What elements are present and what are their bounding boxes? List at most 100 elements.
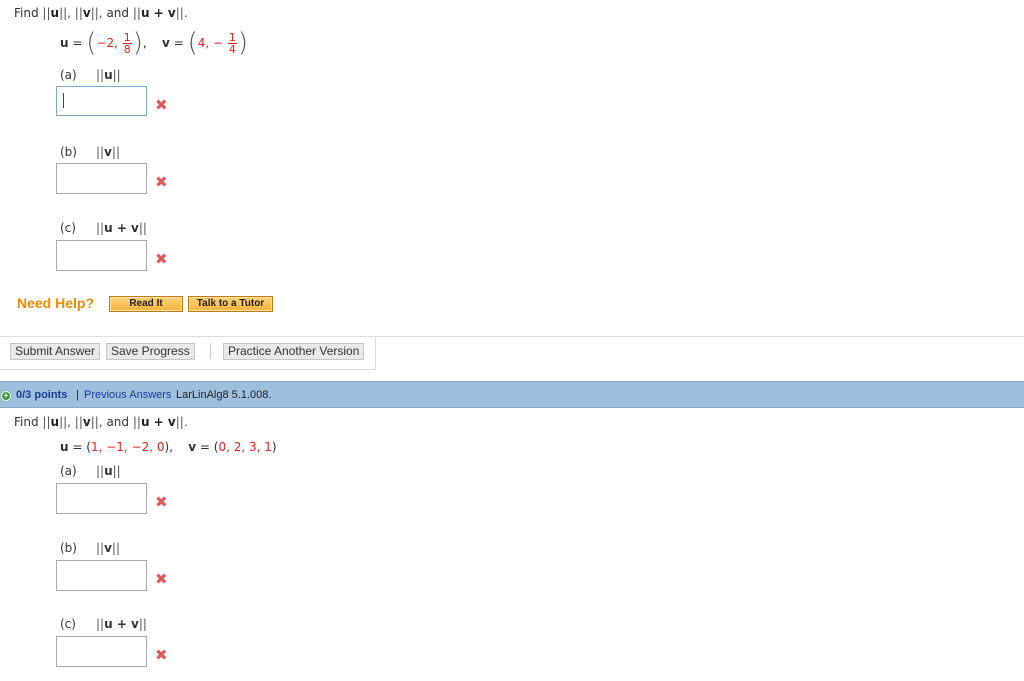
norm-bar: || (96, 541, 105, 555)
q1-answer-c-input[interactable] (56, 240, 147, 271)
button-separator (210, 343, 211, 359)
norm-bar: || (132, 415, 141, 429)
part-expression: v (104, 145, 112, 159)
norm-bar: || (96, 464, 105, 478)
submit-answer-button[interactable]: Submit Answer (10, 343, 101, 360)
q2-part-b-label: (b) ||v|| (60, 541, 120, 555)
need-help-label: Need Help? (17, 295, 95, 311)
incorrect-x-icon: ✖ (155, 96, 168, 114)
q2-part-c-label: (c) ||u + v|| (60, 617, 147, 631)
question2-header-bar: + 0/3 points | Previous Answers LarLinAl… (0, 381, 1024, 408)
norm-bar: || (74, 415, 83, 429)
open-paren: ( (86, 27, 97, 58)
incorrect-x-icon: ✖ (155, 173, 168, 191)
var-v: v (82, 6, 91, 20)
part-expression: v (104, 541, 112, 555)
q2-part-a-label: (a) ||u|| (60, 464, 121, 478)
norm-bar: || (132, 6, 141, 20)
prompt-find: Find (14, 6, 39, 20)
close-paren: ) (132, 27, 143, 58)
fraction-denominator: 8 (123, 43, 131, 56)
vector-u-label: u (60, 36, 69, 50)
norm-bar: || (74, 6, 83, 20)
part-expression: u + v (104, 221, 139, 235)
q2-answer-c-input[interactable] (56, 636, 147, 667)
prompt-find: Find (14, 415, 39, 429)
question1-prompt: Find ||u||, ||v||, and ||u + v||. (14, 6, 188, 20)
question2-prompt: Find ||u||, ||v||, and ||u + v||. (14, 415, 188, 429)
vector-u-label: u (60, 440, 69, 454)
read-it-button[interactable]: Read It (109, 296, 183, 312)
q1-part-a-label: (a) ||u|| (60, 68, 121, 82)
norm-bar: || (96, 68, 105, 82)
question-source: LarLinAlg8 5.1.008. (176, 389, 272, 401)
norm-bar: || (111, 541, 121, 555)
part-expression: u (104, 68, 113, 82)
norm-bar: || (138, 617, 147, 631)
v-component-2-fraction: 14 (227, 32, 237, 56)
previous-answers-link[interactable]: Previous Answers (84, 389, 171, 401)
v-components: 0, 2, 3, 1 (218, 440, 272, 454)
part-tag: (a) (60, 68, 77, 82)
u-component-1: −2, (96, 36, 118, 50)
q1-answer-a-input[interactable] (56, 86, 147, 116)
q1-part-b-label: (b) ||v|| (60, 145, 120, 159)
norm-bar: || (112, 464, 121, 478)
open-paren: ( (187, 27, 198, 58)
vector-v-label: v (162, 36, 170, 50)
norm-bar: || (138, 221, 147, 235)
part-expression: u + v (104, 617, 139, 631)
equals-sign: = (173, 36, 184, 50)
var-u: u (50, 6, 60, 20)
norm-bar: || (42, 415, 51, 429)
save-progress-button[interactable]: Save Progress (106, 343, 195, 360)
norm-bar: ||, (90, 6, 103, 20)
norm-bar: || (111, 145, 121, 159)
equals-open-paren: = ( (199, 440, 219, 454)
v-component-1: 4, − (197, 36, 224, 50)
norm-bar: ||, (90, 415, 103, 429)
norm-bar: ||. (175, 6, 188, 20)
practice-another-version-button[interactable]: Practice Another Version (223, 343, 365, 360)
var-u: u (50, 415, 60, 429)
panel-top-border (375, 336, 1024, 337)
incorrect-x-icon: ✖ (155, 646, 168, 664)
part-tag: (c) (60, 617, 76, 631)
incorrect-x-icon: ✖ (155, 250, 168, 268)
var-u-plus-v: u + v (140, 415, 176, 429)
expand-plus-icon[interactable]: + (1, 391, 11, 401)
prompt-and: and (106, 415, 130, 429)
norm-bar: || (96, 145, 105, 159)
q1-answer-b-input[interactable] (56, 163, 147, 194)
fraction-denominator: 4 (228, 43, 236, 56)
part-tag: (c) (60, 221, 76, 235)
part-tag: (a) (60, 464, 77, 478)
talk-to-tutor-button[interactable]: Talk to a Tutor (188, 296, 273, 312)
norm-bar: ||, (59, 6, 71, 20)
comma: , (142, 36, 147, 50)
part-tag: (b) (60, 145, 77, 159)
text-caret (63, 93, 64, 108)
question2-vectors: u = (1, −1, −2, 0), v = (0, 2, 3, 1) (60, 440, 277, 454)
prompt-and: and (106, 6, 130, 20)
norm-bar: ||, (59, 415, 71, 429)
norm-bar: || (96, 617, 105, 631)
q2-answer-b-input[interactable] (56, 560, 147, 591)
q2-answer-a-input[interactable] (56, 483, 147, 514)
close-paren: ), (164, 440, 173, 454)
u-components: 1, −1, −2, 0 (90, 440, 165, 454)
points-score: 0/3 points (16, 389, 68, 401)
question1-vectors: u = (−2, 1 8), v = (4, − 1 4) (60, 30, 248, 56)
close-paren: ) (271, 440, 277, 454)
q1-part-c-label: (c) ||u + v|| (60, 221, 147, 235)
header-divider: | (76, 389, 79, 401)
norm-bar: ||. (175, 415, 188, 429)
norm-bar: || (112, 68, 121, 82)
vector-v-label: v (188, 440, 197, 454)
var-v: v (82, 415, 91, 429)
close-paren: ) (237, 27, 249, 58)
incorrect-x-icon: ✖ (155, 570, 168, 588)
part-expression: u (104, 464, 113, 478)
norm-bar: || (42, 6, 51, 20)
part-tag: (b) (60, 541, 77, 555)
